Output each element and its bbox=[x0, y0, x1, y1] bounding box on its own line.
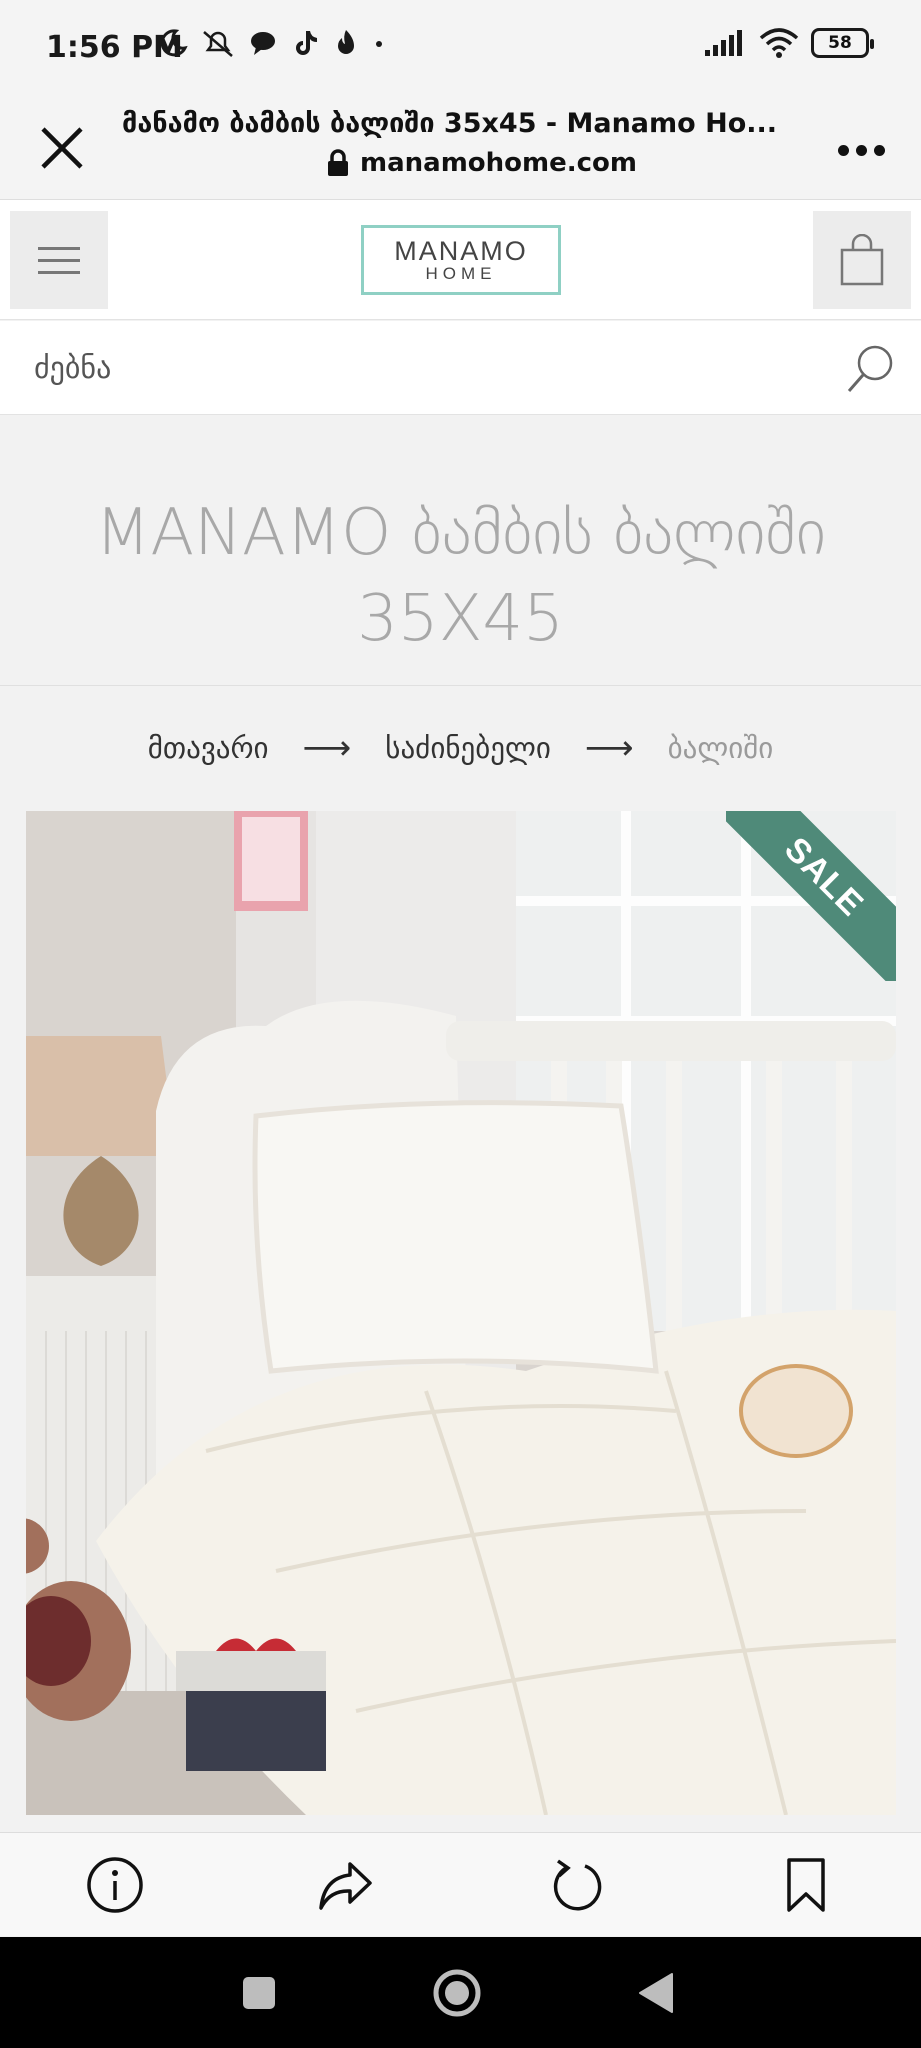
share-icon bbox=[319, 1861, 373, 1910]
moon-icon bbox=[160, 29, 188, 57]
lock-icon bbox=[328, 149, 348, 176]
breadcrumb-arrow-icon: ⟶ bbox=[302, 728, 352, 768]
wifi-icon bbox=[759, 28, 799, 58]
back-button[interactable] bbox=[622, 1959, 690, 2027]
url-display[interactable]: manamohome.com bbox=[326, 148, 637, 178]
breadcrumb-bedroom[interactable]: საძინებელი bbox=[385, 731, 551, 765]
status-icons-right: 58 bbox=[703, 28, 874, 58]
shopping-bag-icon bbox=[840, 234, 884, 286]
more-dot-icon bbox=[837, 144, 849, 156]
system-navigation-bar bbox=[0, 1937, 921, 2048]
flame-icon bbox=[338, 30, 354, 54]
more-dot-icon bbox=[855, 144, 867, 156]
search-icon[interactable] bbox=[841, 339, 901, 399]
close-button[interactable] bbox=[30, 116, 94, 180]
hamburger-menu-button[interactable] bbox=[10, 211, 108, 309]
dot-icon bbox=[376, 41, 382, 47]
breadcrumb: მთავარი ⟶ საძინებელი ⟶ ბალიში bbox=[0, 720, 921, 776]
search-bar bbox=[0, 321, 921, 415]
breadcrumb-home[interactable]: მთავარი bbox=[148, 731, 269, 765]
home-circle-icon bbox=[433, 1969, 481, 2017]
custom-tab-header: მანამო ბამბის ბალიში 35x45 - Manamo Ho..… bbox=[0, 96, 921, 200]
tiktok-icon bbox=[296, 31, 317, 55]
product-title: MANAMO ბამბის ბალიში 35X45 bbox=[95, 496, 826, 656]
chat-icon bbox=[251, 32, 275, 55]
more-dot-icon bbox=[873, 144, 885, 156]
url-text: manamohome.com bbox=[360, 148, 637, 178]
square-icon bbox=[243, 1977, 275, 2009]
signal-icon bbox=[705, 30, 742, 56]
back-triangle-icon bbox=[639, 1973, 673, 2013]
breadcrumb-arrow-icon: ⟶ bbox=[584, 728, 634, 768]
battery-icon: 58 bbox=[811, 28, 874, 58]
cart-button[interactable] bbox=[813, 211, 911, 309]
hamburger-line bbox=[38, 258, 80, 262]
share-button[interactable] bbox=[305, 1845, 385, 1925]
status-bar: 1:56 PM 58 bbox=[0, 0, 921, 96]
logo-sub-text: HOME bbox=[425, 264, 497, 283]
mute-icon bbox=[203, 31, 233, 57]
refresh-button[interactable] bbox=[536, 1845, 616, 1925]
close-icon bbox=[41, 127, 83, 169]
page-info-button[interactable] bbox=[75, 1845, 155, 1925]
hamburger-line bbox=[38, 246, 80, 250]
product-title-section: MANAMO ბამბის ბალიში 35X45 bbox=[0, 416, 921, 686]
site-logo[interactable]: MANAMO HOME bbox=[361, 225, 561, 295]
more-options-button[interactable] bbox=[831, 122, 891, 178]
recents-button[interactable] bbox=[225, 1959, 293, 2027]
home-button[interactable] bbox=[423, 1959, 491, 2027]
sale-badge: SALE bbox=[726, 811, 896, 981]
bookmark-button[interactable] bbox=[766, 1845, 846, 1925]
breadcrumb-current: ბალიში bbox=[667, 731, 774, 765]
refresh-icon bbox=[553, 1859, 601, 1910]
status-icons-left bbox=[158, 28, 386, 58]
hamburger-line bbox=[38, 270, 80, 274]
bottom-toolbar bbox=[0, 1832, 921, 1936]
page-title: მანამო ბამბის ბალიში 35x45 - Manamo Ho..… bbox=[122, 108, 778, 139]
logo-main-text: MANAMO bbox=[394, 236, 528, 266]
battery-level: 58 bbox=[828, 33, 852, 53]
info-icon bbox=[87, 1856, 143, 1913]
search-input[interactable] bbox=[34, 341, 814, 395]
product-image[interactable]: SALE bbox=[26, 811, 896, 1815]
bookmark-icon bbox=[787, 1857, 825, 1912]
sale-badge-wrap: SALE bbox=[726, 811, 896, 981]
site-header: MANAMO HOME bbox=[0, 200, 921, 320]
